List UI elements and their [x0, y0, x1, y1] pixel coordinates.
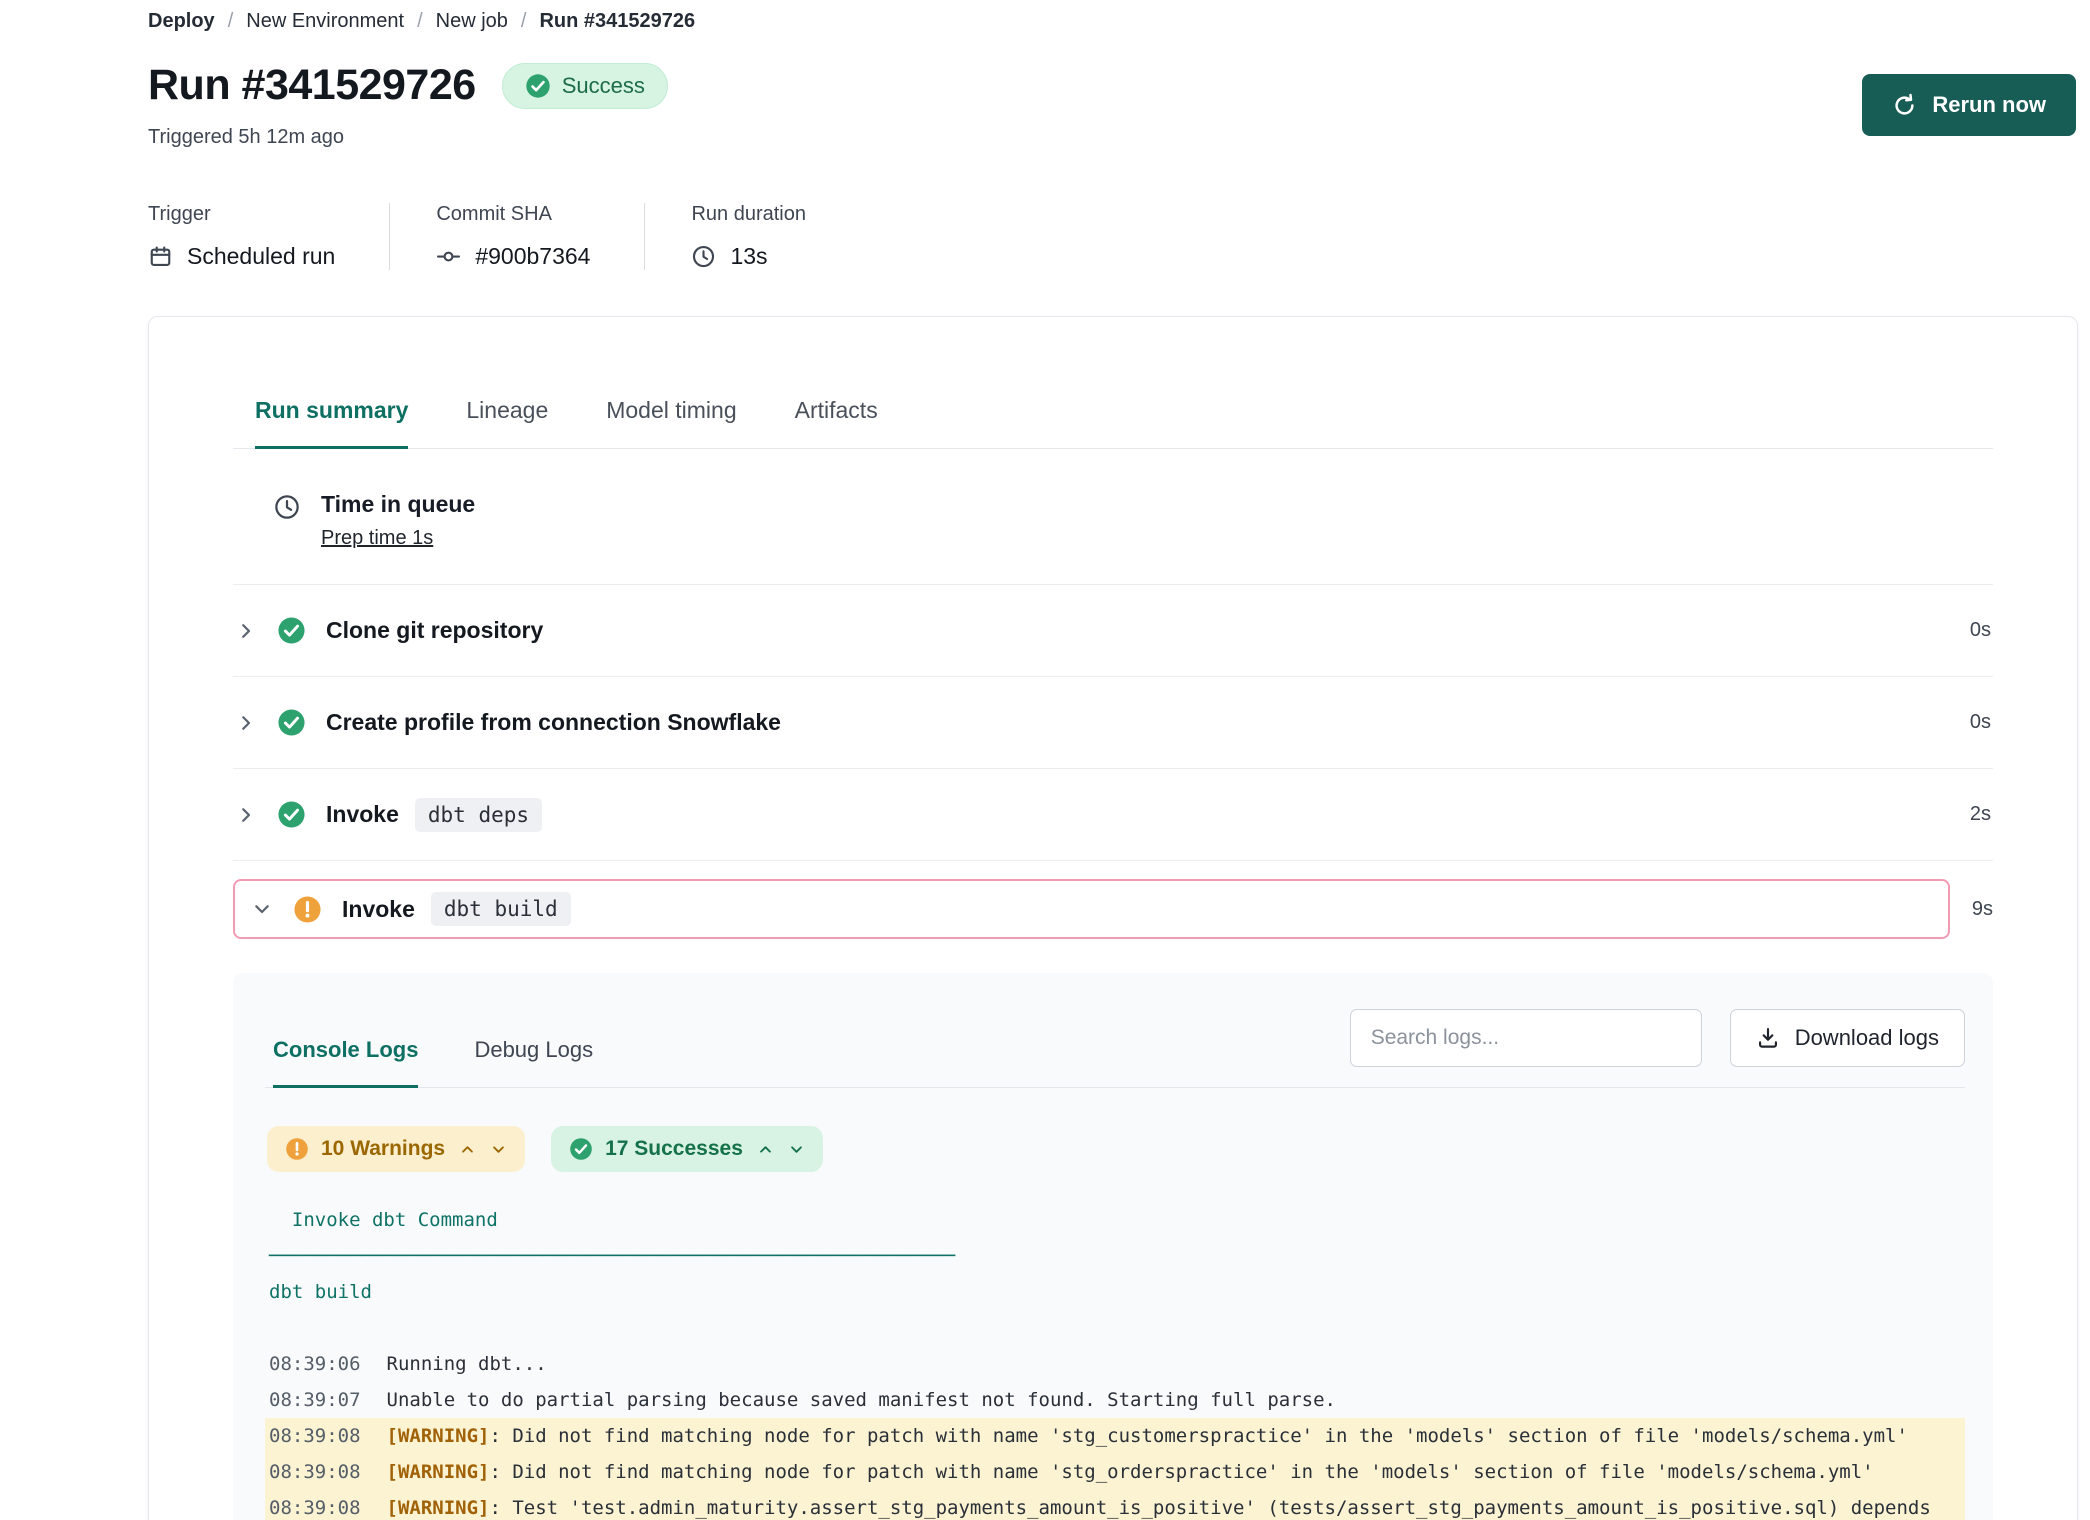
- refresh-icon: [1892, 93, 1917, 118]
- breadcrumb-new-job[interactable]: New job: [436, 10, 508, 33]
- step-clone-git-repository[interactable]: Clone git repository 0s: [233, 585, 1993, 677]
- step-label: Create profile from connection Snowflake: [326, 709, 781, 736]
- chevron-right-icon[interactable]: [235, 804, 257, 826]
- tab-debug-logs[interactable]: Debug Logs: [474, 1037, 593, 1087]
- successes-badge: 17 Successes: [551, 1126, 823, 1172]
- meta-trigger: Trigger Scheduled run: [148, 203, 390, 270]
- step-invoke-dbt-build: Invoke dbt build 9s: [233, 879, 1993, 939]
- warnings-next-chevron-down-icon[interactable]: [490, 1141, 507, 1158]
- tab-artifacts[interactable]: Artifacts: [795, 397, 878, 448]
- chevron-right-icon[interactable]: [235, 620, 257, 642]
- clock-icon: [691, 244, 716, 269]
- logs-panel-header: Console Logs Debug Logs Download logs: [265, 1009, 1965, 1088]
- warnings-badge-label: 10 Warnings: [321, 1137, 445, 1161]
- log-line: 08:39:07Unable to do partial parsing bec…: [265, 1382, 1965, 1418]
- log-warning-line: 08:39:08[WARNING]: Did not find matching…: [265, 1418, 1965, 1454]
- meta-commit-label: Commit SHA: [436, 203, 590, 226]
- log-warning-line: 08:39:08[WARNING]: Test 'test.admin_matu…: [265, 1490, 1965, 1520]
- step-label: Invoke: [326, 801, 399, 828]
- download-logs-label: Download logs: [1795, 1025, 1939, 1051]
- meta-duration-value: 13s: [730, 243, 767, 270]
- meta-duration-label: Run duration: [691, 203, 806, 226]
- step-label: Clone git repository: [326, 617, 543, 644]
- warning-circle-icon: [285, 1137, 309, 1161]
- rerun-now-label: Rerun now: [1932, 92, 2046, 118]
- tab-model-timing[interactable]: Model timing: [606, 397, 736, 448]
- warning-circle-icon: [293, 895, 322, 924]
- warnings-badge: 10 Warnings: [267, 1126, 525, 1172]
- breadcrumb-separator: /: [417, 10, 423, 33]
- log-warning-line: 08:39:08[WARNING]: Did not find matching…: [265, 1454, 1965, 1490]
- time-in-queue-title: Time in queue: [321, 491, 475, 518]
- breadcrumb-new-environment[interactable]: New Environment: [246, 10, 404, 33]
- log-line: [265, 1310, 1965, 1346]
- breadcrumb-separator: /: [521, 10, 527, 33]
- step-label: Invoke: [342, 896, 415, 923]
- run-tabs: Run summary Lineage Model timing Artifac…: [233, 317, 1993, 449]
- meta-trigger-value: Scheduled run: [187, 243, 335, 270]
- tab-lineage[interactable]: Lineage: [466, 397, 548, 448]
- step-duration: 0s: [1970, 619, 1991, 642]
- search-logs-input[interactable]: [1350, 1009, 1702, 1067]
- log-filter-badges: 10 Warnings 17 Successes: [265, 1126, 1965, 1172]
- log-line: dbt build: [265, 1274, 1965, 1310]
- status-badge: Success: [502, 63, 668, 109]
- meta-trigger-label: Trigger: [148, 203, 335, 226]
- breadcrumb: Deploy / New Environment / New job / Run…: [148, 10, 2078, 33]
- console-log-output: Invoke dbt Command ─────────────────────…: [265, 1202, 1965, 1520]
- step-command-chip: dbt build: [431, 892, 571, 926]
- calendar-icon: [148, 244, 173, 269]
- log-line: Invoke dbt Command: [265, 1202, 1965, 1238]
- run-meta: Trigger Scheduled run Commit SHA #900b73…: [148, 203, 2078, 270]
- step-duration: 0s: [1970, 711, 1991, 734]
- rerun-now-button[interactable]: Rerun now: [1862, 74, 2076, 136]
- log-line: 08:39:06Running dbt...: [265, 1346, 1965, 1382]
- successes-next-chevron-down-icon[interactable]: [788, 1141, 805, 1158]
- breadcrumb-deploy[interactable]: Deploy: [148, 10, 215, 33]
- commit-icon: [436, 244, 461, 269]
- step-command-chip: dbt deps: [415, 798, 542, 832]
- step-create-profile-snowflake[interactable]: Create profile from connection Snowflake…: [233, 677, 1993, 769]
- meta-commit: Commit SHA #900b7364: [436, 203, 645, 270]
- successes-prev-chevron-up-icon[interactable]: [757, 1141, 774, 1158]
- warnings-prev-chevron-up-icon[interactable]: [459, 1141, 476, 1158]
- success-check-icon: [277, 708, 306, 737]
- chevron-right-icon[interactable]: [235, 712, 257, 734]
- prep-time-link[interactable]: Prep time 1s: [321, 527, 433, 550]
- tab-console-logs[interactable]: Console Logs: [273, 1037, 418, 1087]
- chevron-down-icon[interactable]: [251, 898, 273, 920]
- step-duration: 9s: [1972, 898, 1993, 921]
- check-circle-icon: [569, 1137, 593, 1161]
- logs-panel: Console Logs Debug Logs Download logs: [233, 973, 1993, 1520]
- success-check-icon: [277, 800, 306, 829]
- log-divider-line: ────────────────────────────────────────…: [265, 1238, 1965, 1274]
- meta-duration: Run duration 13s: [691, 203, 860, 270]
- step-invoke-dbt-deps[interactable]: Invoke dbt deps 2s: [233, 769, 1993, 861]
- time-in-queue-section: Time in queue Prep time 1s: [233, 449, 1993, 585]
- status-badge-label: Success: [562, 73, 645, 99]
- step-invoke-dbt-build-row[interactable]: Invoke dbt build: [233, 879, 1950, 939]
- breadcrumb-run-id: Run #341529726: [539, 10, 695, 33]
- run-summary-card: Run summary Lineage Model timing Artifac…: [148, 316, 2078, 1520]
- tab-run-summary[interactable]: Run summary: [255, 397, 408, 448]
- download-icon: [1756, 1026, 1780, 1050]
- run-header: Run #341529726 Success Triggered 5h 12m …: [148, 61, 2078, 149]
- page-title: Run #341529726: [148, 61, 476, 110]
- run-detail-page: Deploy / New Environment / New job / Run…: [0, 0, 2090, 1520]
- step-duration: 2s: [1970, 803, 1991, 826]
- success-check-icon: [277, 616, 306, 645]
- meta-commit-value: #900b7364: [475, 243, 590, 270]
- successes-badge-label: 17 Successes: [605, 1137, 743, 1161]
- download-logs-button[interactable]: Download logs: [1730, 1009, 1965, 1067]
- check-circle-icon: [525, 73, 551, 99]
- triggered-text: Triggered 5h 12m ago: [148, 126, 2078, 149]
- clock-icon: [273, 493, 301, 550]
- breadcrumb-separator: /: [228, 10, 234, 33]
